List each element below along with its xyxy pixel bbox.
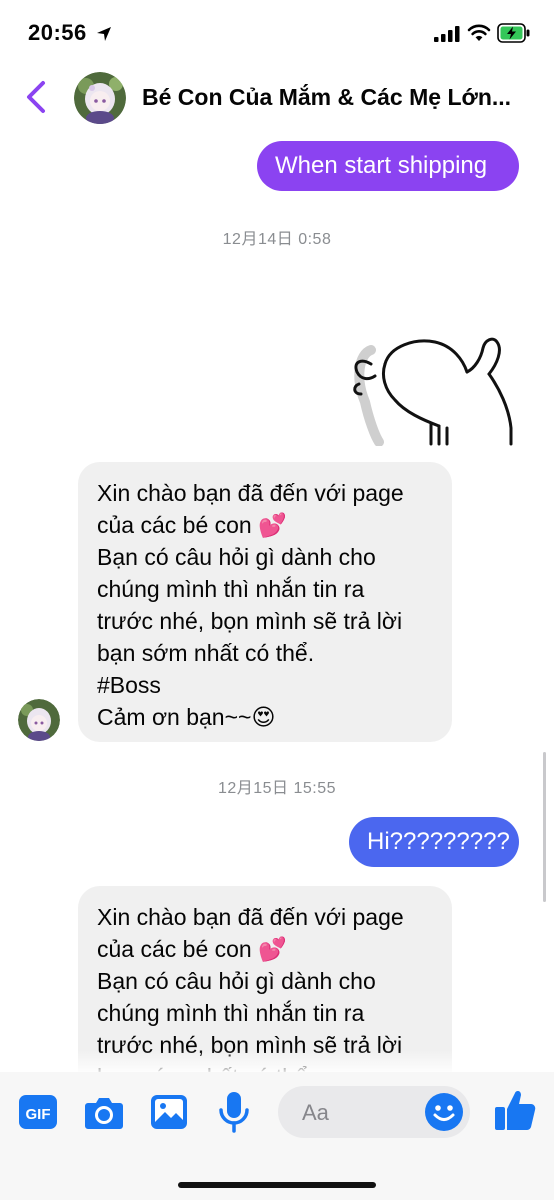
outgoing-message[interactable]: When start shipping (257, 141, 519, 191)
microphone-icon[interactable] (218, 1090, 250, 1139)
message-composer: GIF Aa (0, 1072, 554, 1200)
conversation-header: Bé Con Của Mắm & Các Mẹ Lớn... (0, 66, 554, 132)
status-bar: 20:56 (0, 0, 554, 66)
sticker-image[interactable] (335, 328, 519, 446)
wifi-icon (467, 24, 491, 41)
sender-avatar[interactable] (18, 699, 60, 741)
back-chevron-icon[interactable] (24, 80, 48, 114)
message-input-placeholder: Aa (302, 1100, 329, 1125)
location-arrow-icon (97, 27, 111, 41)
outgoing-message[interactable]: Hi????????? (349, 817, 519, 867)
photo-icon[interactable] (150, 1094, 188, 1135)
composer-fade (0, 1050, 554, 1074)
camera-icon[interactable] (84, 1094, 124, 1135)
thumbs-up-icon[interactable] (494, 1088, 536, 1137)
scrollbar[interactable] (543, 752, 546, 902)
home-indicator (178, 1182, 376, 1188)
gif-icon[interactable]: GIF (18, 1094, 58, 1135)
battery-charging-icon (497, 23, 530, 43)
conversation-title[interactable]: Bé Con Của Mắm & Các Mẹ Lớn... (142, 84, 542, 111)
cellular-signal-icon (434, 26, 460, 42)
timestamp: 12月14日 0:58 (222, 231, 332, 248)
avatar[interactable] (74, 72, 126, 124)
gif-label: GIF (26, 1106, 51, 1123)
timestamp: 12月15日 15:55 (217, 780, 337, 797)
incoming-message[interactable]: Xin chào bạn đã đến với page của các bé … (78, 462, 452, 742)
status-time: 20:56 (28, 20, 87, 45)
emoji-icon[interactable] (424, 1092, 464, 1137)
